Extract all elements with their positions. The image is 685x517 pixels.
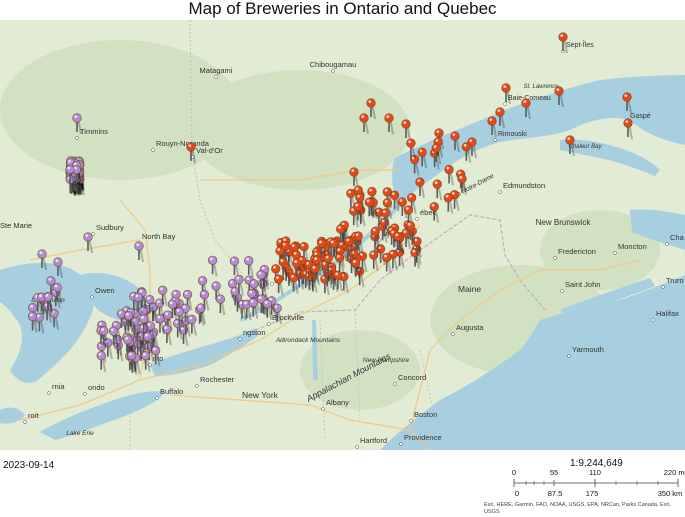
place-label-halifax-2: Cha (670, 233, 685, 242)
place-label-yarmouth: Yarmouth (572, 345, 604, 354)
scale-km-2: 175 (586, 489, 599, 498)
attribution: Esri, HERE, Garmin, FAO, NOAA, USGS, EPA… (484, 502, 671, 515)
place-label-kingston: ngston (243, 328, 266, 337)
place-label-north-bay: North Bay (142, 232, 176, 241)
scale-mi-3: 220 mi (664, 468, 685, 477)
place-label-sudbury: Sudbury (96, 223, 124, 232)
place-label-halifax: Halifax (656, 309, 679, 318)
place-dot-kingston (238, 337, 242, 341)
place-label-chibougamau: Chibougamau (310, 60, 357, 69)
place-label-new-york: New York (242, 390, 279, 400)
place-dot-rochester (195, 384, 199, 388)
place-label-ste-marie: Ste Marie (0, 221, 32, 230)
scale-bar: 0 55 110 220 mi 0 87.5 175 350 km (512, 468, 685, 498)
map-view[interactable]: Sept-Îles Baie-Comeau Gaspé Rimouski Chiboug… (0, 20, 685, 450)
place-dot-quebec-city (415, 217, 419, 221)
place-dot-augusta (451, 332, 455, 336)
place-label-adirondack: Adirondack Mountains (275, 337, 341, 344)
place-dot-fredericton (553, 256, 557, 260)
place-dot-moncton (613, 251, 617, 255)
scale-km-1: 87.5 (548, 489, 563, 498)
place-label-detroit: roit (28, 411, 39, 420)
place-dot-timmins (75, 136, 79, 140)
place-label-buffalo: Buffalo (160, 387, 183, 396)
place-label-sarnia: rnia (52, 382, 65, 391)
scale-mi-2: 110 (589, 468, 601, 477)
place-label-edmundston: Edmundston (503, 181, 545, 190)
map-title: Map of Breweries in Ontario and Quebec (188, 0, 497, 18)
place-label-london: ondo (88, 383, 105, 392)
place-dot-london (83, 392, 87, 396)
place-dot-rouyn-noranda (151, 148, 155, 152)
place-dot-truro (661, 285, 665, 289)
place-label-sept-iles: Sept-Îles (566, 40, 594, 49)
place-dot-yarmouth (567, 354, 571, 358)
place-dot-boston (409, 419, 413, 423)
place-dot-rimouski (493, 138, 497, 142)
scale-km-0: 0 (515, 489, 519, 498)
place-dot-owen-sound (90, 295, 94, 299)
place-dot-saint-john (560, 289, 564, 293)
place-dot-edmundston (498, 190, 502, 194)
place-dot-albany (321, 407, 325, 411)
place-dot-hartford (355, 445, 359, 449)
place-label-hartford: Hartford (360, 436, 387, 445)
scale-km-3: 350 km (658, 489, 683, 498)
place-dot-chibougamau (331, 69, 335, 73)
place-label-matagami: Matagami (200, 66, 233, 75)
scale-mi-1: 55 (550, 468, 558, 477)
map-date: 2023-09-14 (3, 460, 55, 471)
place-label-providence: Providence (404, 433, 442, 442)
place-dot-halifax-2 (665, 242, 669, 246)
place-label-saint-john: Saint John (565, 280, 600, 289)
place-label-boston: Boston (414, 410, 437, 419)
place-label-new-brunswick: New Brunswick (536, 218, 592, 227)
place-dot-buffalo (155, 396, 159, 400)
place-label-gaspe: Gaspé (630, 113, 651, 120)
place-dot-detroit (23, 420, 27, 424)
place-label-rochester: Rochester (200, 375, 235, 384)
place-label-st-lawrence: St. Lawrence (523, 84, 559, 90)
place-dot-brockville (267, 322, 271, 326)
place-dot-sarnia (47, 391, 51, 395)
place-label-val-dor: Val-d'Or (196, 146, 223, 155)
place-dot-ottawa (270, 282, 274, 286)
place-label-owen-sound: Owen (95, 286, 115, 295)
place-label-rimouski: Rimouski (498, 131, 527, 138)
place-dot-baie-comeau (503, 102, 507, 106)
place-label-timmins: Timmins (80, 127, 108, 136)
place-dot-matagami (214, 75, 218, 79)
place-label-lake-erie: Lake Erie (66, 430, 94, 437)
scale-mi-0: 0 (512, 468, 516, 477)
place-label-augusta: Augusta (456, 323, 484, 332)
place-label-maine: Maine (458, 284, 481, 294)
place-dot-providence (399, 442, 403, 446)
place-label-albany: Albany (326, 398, 349, 407)
place-label-truro: Truro (666, 276, 684, 285)
place-label-concord: Concord (398, 373, 426, 382)
place-label-fredericton: Fredericton (558, 247, 596, 256)
place-dot-halifax (651, 318, 655, 322)
place-label-moncton: Moncton (618, 242, 647, 251)
place-dot-concord (393, 382, 397, 386)
